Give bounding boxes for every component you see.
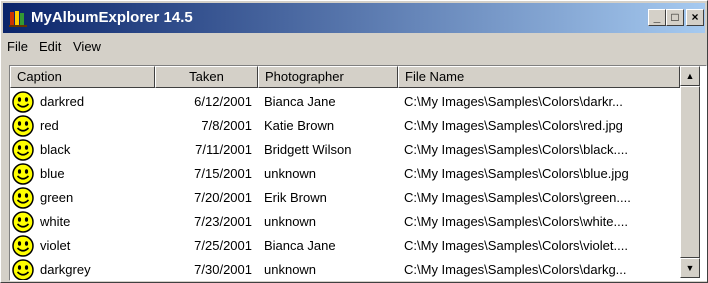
smiley-icon	[12, 91, 34, 113]
cell-caption: darkgrey	[40, 262, 91, 277]
table-row[interactable]: red 7/8/2001 Katie Brown C:\My Images\Sampl…	[10, 114, 680, 138]
column-taken[interactable]: Taken	[155, 66, 258, 88]
smiley-icon	[12, 163, 34, 185]
smiley-icon	[12, 235, 34, 257]
cell-photographer: unknown	[264, 214, 317, 229]
cell-file-name: C:\My Images\Samples\Colors\darkr...	[404, 94, 623, 109]
smiley-icon	[12, 115, 34, 137]
cell-file-name: C:\My Images\Samples\Colors\green....	[404, 190, 631, 205]
cell-file-name: C:\My Images\Samples\Colors\red.jpg	[404, 118, 623, 133]
app-window: MyAlbumExplorer 14.5 _ □ × File Edit Vie…	[0, 0, 708, 283]
scroll-up-icon[interactable]: ▲	[680, 66, 700, 86]
menu-file[interactable]: File	[7, 39, 28, 54]
cell-file-name: C:\My Images\Samples\Colors\darkg...	[404, 262, 627, 277]
cell-file-name: C:\My Images\Samples\Colors\violet....	[404, 238, 628, 253]
scroll-down-icon[interactable]: ▼	[680, 258, 700, 278]
cell-file-name: C:\My Images\Samples\Colors\blue.jpg	[404, 166, 629, 181]
cell-taken: 7/23/2001	[194, 214, 252, 229]
scroll-thumb[interactable]	[680, 86, 700, 258]
cell-caption: darkred	[40, 94, 85, 109]
smiley-icon	[12, 187, 34, 209]
cell-caption: blue	[40, 166, 65, 181]
cell-caption: white	[40, 214, 71, 229]
cell-caption: violet	[40, 238, 71, 253]
cell-taken: 7/30/2001	[194, 262, 252, 277]
title-bar[interactable]: MyAlbumExplorer 14.5 _ □ ×	[3, 3, 705, 33]
column-caption[interactable]: Caption	[10, 66, 155, 88]
cell-taken: 7/11/2001	[195, 142, 252, 157]
close-button[interactable]: ×	[686, 9, 704, 26]
cell-caption: black	[40, 142, 71, 157]
cell-caption: red	[40, 118, 59, 133]
cell-taken: 7/15/2001	[194, 166, 252, 181]
smiley-icon	[12, 211, 34, 233]
cell-photographer: Katie Brown	[264, 118, 335, 133]
maximize-button[interactable]: □	[666, 9, 684, 26]
cell-photographer: Bridgett Wilson	[264, 142, 352, 157]
album-icon	[9, 11, 27, 27]
cell-photographer: Erik Brown	[264, 190, 327, 205]
cell-taken: 7/25/2001	[194, 238, 252, 253]
cell-photographer: unknown	[264, 166, 317, 181]
smiley-icon	[12, 139, 34, 161]
cell-taken: 6/12/2001	[194, 94, 252, 109]
cell-taken: 7/8/2001	[201, 118, 252, 133]
smiley-icon	[12, 259, 34, 280]
menu-bar: File Edit View	[3, 35, 705, 57]
table-row[interactable]: white 7/23/2001 unknown C:\My Images\Sample…	[10, 210, 680, 234]
cell-photographer: Bianca Jane	[264, 238, 336, 253]
cell-photographer: unknown	[264, 262, 317, 277]
column-file-name[interactable]: File Name	[398, 66, 680, 88]
menu-edit[interactable]: Edit	[39, 39, 61, 54]
table-row[interactable]: violet 7/25/2001 Bianca Jane C:\My Images\S…	[10, 234, 680, 258]
vertical-scrollbar[interactable]: ▲ ▼	[680, 66, 700, 278]
column-photographer[interactable]: Photographer	[258, 66, 398, 88]
cell-taken: 7/20/2001	[194, 190, 252, 205]
window-title: MyAlbumExplorer 14.5	[31, 9, 193, 26]
table-row[interactable]: blue 7/15/2001 unknown C:\My Images\Samples…	[10, 162, 680, 186]
minimize-button[interactable]: _	[648, 9, 666, 26]
table-row[interactable]: darkgrey 7/30/2001 unknown C:\My Images\Sam…	[10, 258, 680, 280]
table-row[interactable]: green 7/20/2001 Erik Brown C:\My Images\Sam…	[10, 186, 680, 210]
table-row[interactable]: darkred 6/12/2001 Bianca Jane C:\My Images\…	[10, 90, 680, 114]
cell-file-name: C:\My Images\Samples\Colors\white....	[404, 214, 628, 229]
cell-caption: green	[40, 190, 74, 205]
menu-view[interactable]: View	[73, 39, 101, 54]
table-row[interactable]: black 7/11/2001 Bridgett Wilson C:\My Image…	[10, 138, 680, 162]
cell-file-name: C:\My Images\Samples\Colors\black....	[404, 142, 628, 157]
cell-photographer: Bianca Jane	[264, 94, 336, 109]
photo-list[interactable]: Caption Taken Photographer File Name ▲ ▼…	[9, 65, 707, 281]
